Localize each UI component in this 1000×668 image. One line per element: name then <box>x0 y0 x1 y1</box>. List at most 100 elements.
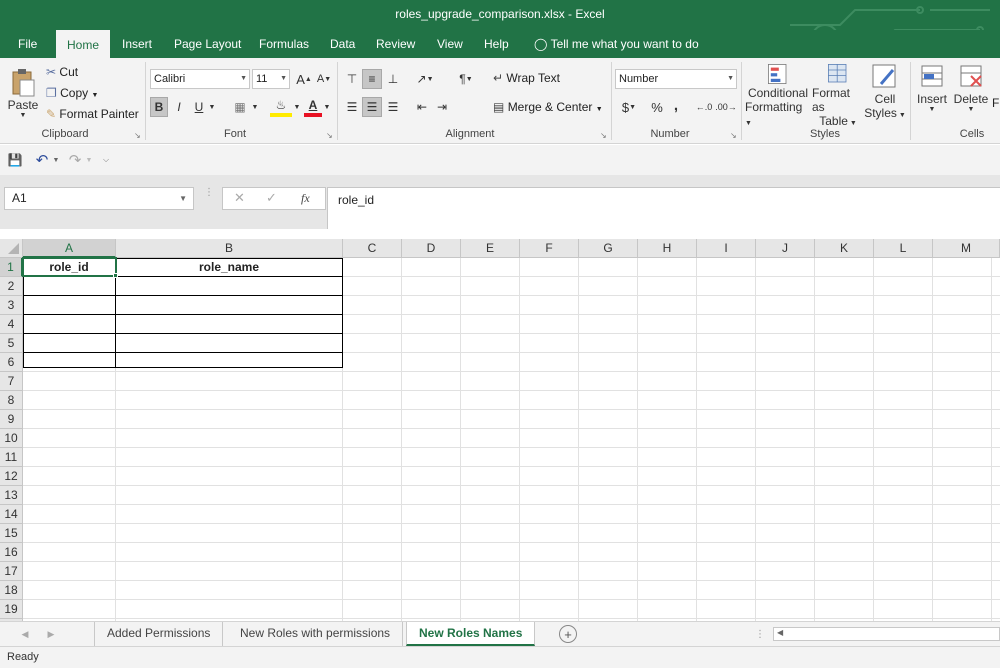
tab-file[interactable]: File <box>8 30 47 58</box>
undo-dropdown-icon[interactable]: ▼ <box>51 150 61 170</box>
clipboard-launcher-icon[interactable]: ↘ <box>134 131 141 140</box>
cut-button[interactable]: ✂ Cut <box>46 65 78 79</box>
column-header-i[interactable]: I <box>697 239 756 258</box>
row-header-8[interactable]: 8 <box>0 391 23 410</box>
underline-button[interactable]: U <box>191 97 207 117</box>
fill-color-dropdown-icon[interactable]: ▼ <box>292 97 302 117</box>
row-header-16[interactable]: 16 <box>0 543 23 562</box>
tab-formulas[interactable]: Formulas <box>249 30 319 58</box>
redo-dropdown-icon[interactable]: ▼ <box>84 150 94 170</box>
column-header-b[interactable]: B <box>116 239 343 258</box>
scroll-left-arrow-icon[interactable]: ◀ <box>777 628 783 637</box>
row-header-11[interactable]: 11 <box>0 448 23 467</box>
delete-cells-button[interactable]: Delete ▼ <box>952 62 990 128</box>
column-header-d[interactable]: D <box>402 239 461 258</box>
cancel-icon[interactable]: ✕ <box>234 190 245 206</box>
row-header-4[interactable]: 4 <box>0 315 23 334</box>
customize-toolbar-icon[interactable]: ⌵ <box>100 150 112 170</box>
drag-handle-icon[interactable]: ⋮ <box>204 188 214 208</box>
align-top-icon[interactable]: ⊤ <box>342 69 362 89</box>
tab-help[interactable]: Help <box>474 30 519 58</box>
font-launcher-icon[interactable]: ↘ <box>326 131 333 140</box>
column-header-j[interactable]: J <box>756 239 815 258</box>
row-header-12[interactable]: 12 <box>0 467 23 486</box>
tab-review[interactable]: Review <box>366 30 425 58</box>
align-left-icon[interactable]: ☰ <box>342 97 362 117</box>
italic-button[interactable]: I <box>171 97 187 117</box>
copy-button[interactable]: ❐ Copy ▼ <box>46 86 98 100</box>
format-painter-button[interactable]: ✎ Format Painter <box>46 107 139 121</box>
tab-page-layout[interactable]: Page Layout <box>164 30 251 58</box>
increase-indent-icon[interactable]: ⇥ <box>432 97 452 117</box>
scroll-left-icon[interactable]: ◀ <box>18 626 32 642</box>
increase-decimal-icon[interactable]: ←.0 <box>694 97 714 117</box>
column-header-h[interactable]: H <box>638 239 697 258</box>
font-size-select[interactable]: 11 ▼ <box>252 69 290 89</box>
sheet-tab-added-permissions[interactable]: Added Permissions <box>94 622 224 646</box>
align-middle-icon[interactable]: ≡ <box>362 69 382 89</box>
column-header-a[interactable]: A <box>23 239 116 258</box>
row-header-9[interactable]: 9 <box>0 410 23 429</box>
column-header-m[interactable]: M <box>933 239 1000 258</box>
decrease-decimal-icon[interactable]: .00→ <box>715 97 737 117</box>
insert-function-button[interactable]: fx <box>301 191 310 206</box>
column-header-e[interactable]: E <box>461 239 520 258</box>
align-bottom-icon[interactable]: ⊥ <box>383 69 403 89</box>
fill-handle[interactable] <box>113 273 118 278</box>
horizontal-scrollbar[interactable]: ◀ <box>773 627 1000 641</box>
format-cells-button-partial[interactable]: F <box>992 96 999 110</box>
scroll-right-icon[interactable]: ▶ <box>44 626 58 642</box>
enter-icon[interactable]: ✓ <box>266 190 277 206</box>
row-header-6[interactable]: 6 <box>0 353 23 372</box>
paste-button[interactable]: Paste ▼ <box>6 62 40 124</box>
row-header-19[interactable]: 19 <box>0 600 23 619</box>
orientation-icon[interactable]: ↗ ▼ <box>412 69 438 89</box>
column-header-f[interactable]: F <box>520 239 579 258</box>
tell-me-box[interactable]: ◯ Tell me what you want to do <box>524 30 709 58</box>
underline-dropdown-icon[interactable]: ▼ <box>207 97 217 117</box>
row-header-18[interactable]: 18 <box>0 581 23 600</box>
currency-button[interactable]: $ ▼ <box>617 97 641 117</box>
tab-splitter-icon[interactable]: ⋮ <box>755 626 765 642</box>
select-all-corner[interactable] <box>0 239 23 258</box>
format-as-table-button[interactable]: Format as Table ▼ <box>812 62 864 128</box>
sheet-tab-new-roles-with-permissions[interactable]: New Roles with permissions <box>228 622 404 646</box>
borders-dropdown-icon[interactable]: ▼ <box>250 97 260 117</box>
worksheet-grid[interactable]: A B C D E F G H I J K L M 1 2 3 4 5 6 7 … <box>0 239 1000 621</box>
cell-b1[interactable]: role_name <box>116 259 342 276</box>
undo-icon[interactable]: ↶ <box>33 150 51 170</box>
add-sheet-icon[interactable]: + <box>559 625 577 643</box>
row-header-7[interactable]: 7 <box>0 372 23 391</box>
font-color-dropdown-icon[interactable]: ▼ <box>322 97 332 117</box>
save-icon[interactable]: 💾 <box>6 150 24 170</box>
grow-font-button[interactable]: A ▲ <box>296 69 312 89</box>
align-right-icon[interactable]: ☰ <box>383 97 403 117</box>
borders-icon[interactable]: ▦ <box>230 97 250 117</box>
fill-color-icon[interactable]: ♨ <box>270 97 292 117</box>
merge-center-button[interactable]: ▤ Merge & Center ▼ <box>493 100 603 114</box>
row-header-14[interactable]: 14 <box>0 505 23 524</box>
sheet-tab-new-roles-names[interactable]: New Roles Names <box>406 622 536 646</box>
bold-button[interactable]: B <box>150 97 168 117</box>
name-box[interactable]: A1 ▼ <box>4 187 194 210</box>
column-header-c[interactable]: C <box>343 239 402 258</box>
tab-view[interactable]: View <box>427 30 473 58</box>
decrease-indent-icon[interactable]: ⇤ <box>412 97 432 117</box>
row-header-2[interactable]: 2 <box>0 277 23 296</box>
row-header-5[interactable]: 5 <box>0 334 23 353</box>
shrink-font-button[interactable]: A ▼ <box>316 69 332 89</box>
number-format-select[interactable]: Number ▼ <box>615 69 737 89</box>
row-header-15[interactable]: 15 <box>0 524 23 543</box>
font-family-select[interactable]: Calibri ▼ <box>150 69 250 89</box>
row-header-13[interactable]: 13 <box>0 486 23 505</box>
row-header-17[interactable]: 17 <box>0 562 23 581</box>
tab-home[interactable]: Home <box>56 30 110 58</box>
percent-button[interactable]: % <box>647 97 667 117</box>
tab-data[interactable]: Data <box>320 30 365 58</box>
align-center-icon[interactable]: ☰ <box>362 97 382 117</box>
formula-input[interactable]: role_id <box>327 187 1000 229</box>
column-header-k[interactable]: K <box>815 239 874 258</box>
cell-styles-button[interactable]: Cell Styles ▼ <box>864 62 906 128</box>
wrap-text-button[interactable]: ↵ Wrap Text <box>493 71 560 85</box>
row-header-10[interactable]: 10 <box>0 429 23 448</box>
